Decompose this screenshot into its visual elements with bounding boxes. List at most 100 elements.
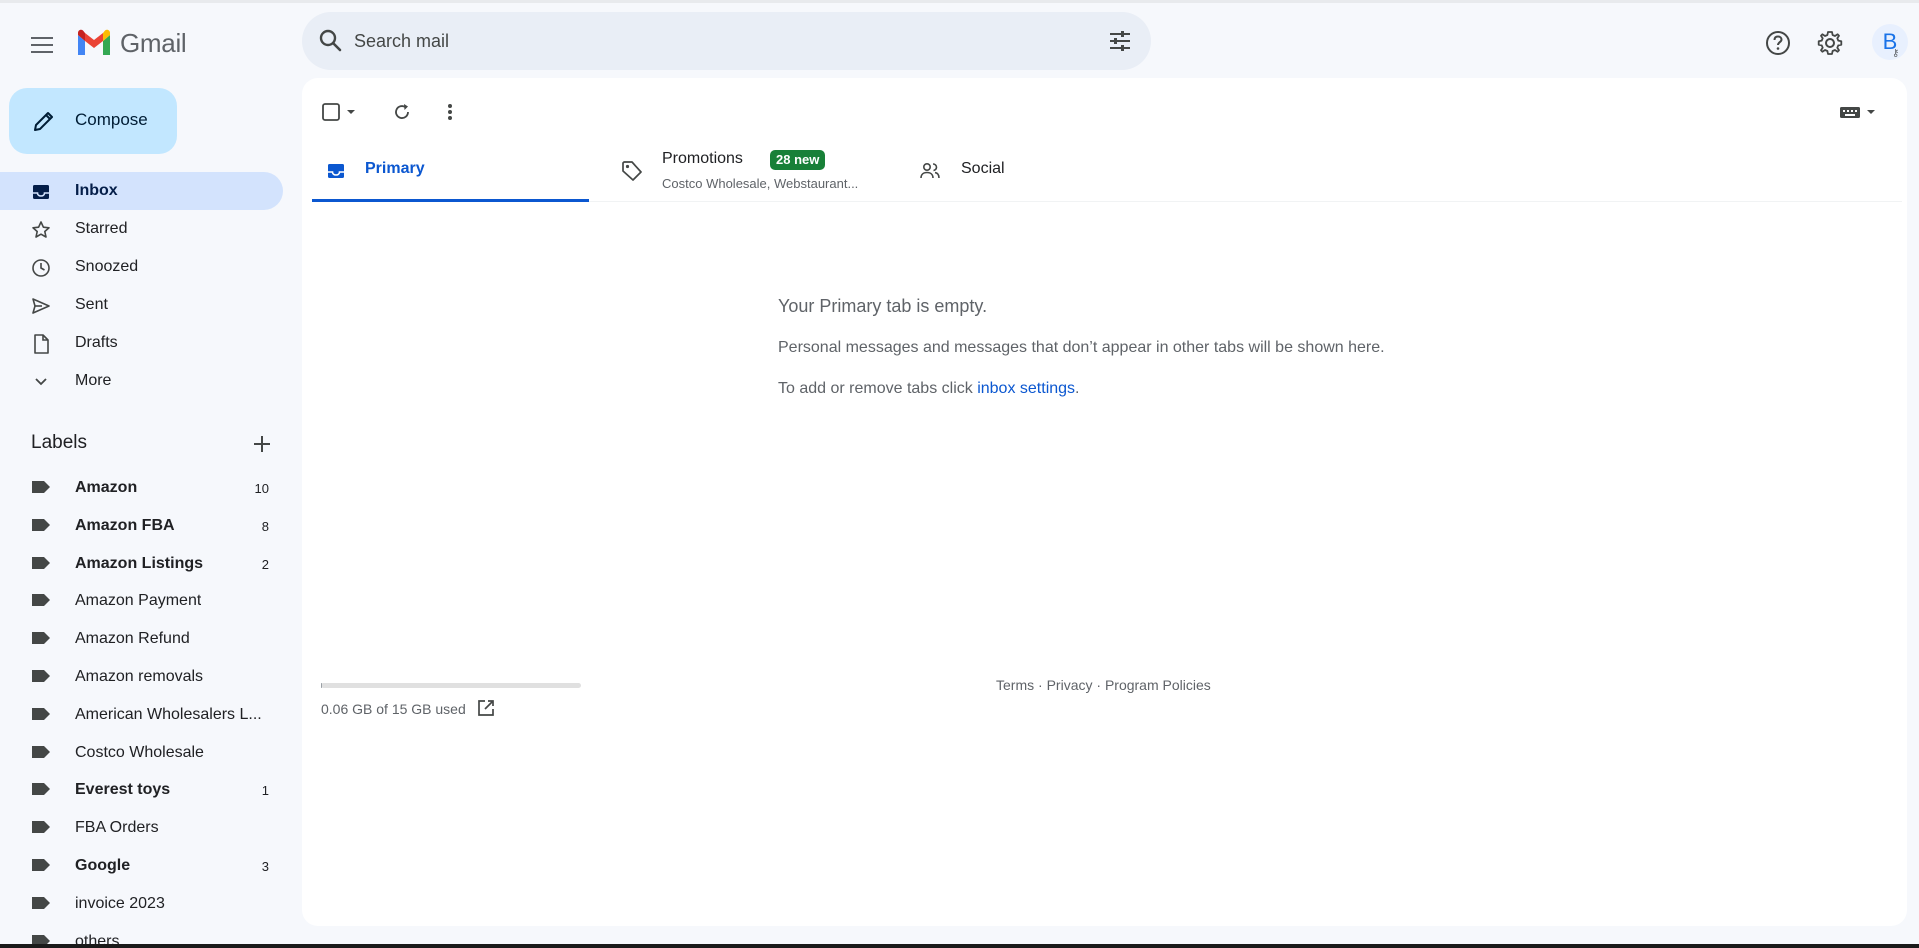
label-name: Everest toys (75, 781, 171, 799)
chevron-down-icon (30, 371, 52, 393)
sidebar-item-snoozed[interactable]: Snoozed (0, 248, 283, 286)
storage-meter (321, 683, 581, 688)
label-item[interactable]: Amazon 10 (0, 469, 283, 507)
storage-meter-fill (321, 683, 323, 688)
label-name: FBA Orders (75, 819, 159, 837)
tab-social[interactable] (912, 140, 1188, 202)
label-icon (32, 745, 50, 758)
label-unread-count: 8 (261, 518, 269, 534)
settings-button[interactable] (1814, 27, 1846, 59)
label-icon (32, 669, 50, 682)
label-icon (32, 783, 50, 796)
refresh-button[interactable] (386, 96, 418, 128)
open-in-new-icon (478, 700, 494, 716)
label-name: Costco Wholesale (75, 743, 204, 761)
send-icon (30, 295, 52, 317)
label-unread-count: 10 (254, 481, 269, 496)
checkbox-icon (322, 103, 340, 121)
label-name: Amazon Listings (75, 554, 204, 572)
sidebar-item-label: Drafts (75, 334, 118, 351)
label-name: American Wholesalers L... (75, 705, 262, 723)
search-options-icon[interactable] (1107, 28, 1133, 54)
label-name: Amazon (75, 479, 138, 496)
tab-primary[interactable]: Primary (312, 140, 589, 202)
sidebar-item-label: Starred (75, 220, 128, 237)
label-item[interactable]: FBA Orders (0, 809, 283, 847)
taskbar-edge (0, 944, 1919, 948)
labels-heading: Labels (31, 432, 87, 453)
label-item[interactable]: Everest toys 1 (0, 771, 283, 809)
label-item[interactable]: invoice 2023 (0, 885, 283, 923)
label-icon (32, 594, 50, 607)
label-name: Google (75, 856, 131, 874)
sidebar-item-label: Inbox (75, 182, 118, 199)
sidebar-item-starred[interactable]: Starred (0, 210, 283, 248)
sidebar-item-inbox[interactable]: Inbox (0, 172, 283, 210)
compose-button[interactable]: Compose (9, 88, 177, 154)
sidebar-item-sent[interactable]: Sent (0, 286, 283, 324)
label-item[interactable]: Amazon Listings 2 (0, 545, 283, 583)
plus-icon (254, 436, 270, 452)
sidebar-item-label: Snoozed (75, 258, 139, 275)
program-policies-link[interactable]: Program Policies (1105, 677, 1211, 693)
label-item[interactable]: Google 3 (0, 847, 283, 885)
footer-links: Terms · Privacy · Program Policies (996, 677, 1211, 693)
promotions-senders: Costco Wholesale, Webstaurant... (662, 176, 859, 191)
tab-primary-label: Primary (365, 160, 425, 177)
inbox-tabs: Primary Promotions 28 new Costco Wholesa… (312, 140, 1902, 202)
pencil-icon (34, 112, 53, 131)
privacy-link[interactable]: Privacy (1047, 677, 1093, 693)
manage-storage-link[interactable] (476, 698, 496, 718)
label-name: Amazon Refund (75, 630, 190, 648)
label-item[interactable]: American Wholesalers L... (0, 696, 283, 734)
input-tools-button[interactable] (1836, 98, 1880, 126)
keyboard-icon (1840, 107, 1860, 118)
tag-icon (622, 161, 642, 181)
label-item[interactable]: Amazon Refund (0, 620, 283, 658)
search-input[interactable] (354, 22, 1054, 60)
sidebar-item-label: Sent (75, 296, 108, 313)
label-icon (32, 481, 50, 493)
terms-link[interactable]: Terms (996, 677, 1034, 693)
sidebar-item-label: More (75, 372, 112, 389)
empty-state-title: Your Primary tab is empty. (778, 296, 988, 316)
create-label-button[interactable] (250, 432, 274, 456)
label-item[interactable]: Amazon removals (0, 658, 283, 696)
gmail-logo[interactable]: Gmail (76, 25, 187, 61)
caret-down-icon (347, 110, 355, 114)
label-icon (32, 632, 50, 645)
label-item[interactable]: Amazon FBA 8 (0, 507, 283, 545)
gmail-m-icon (78, 29, 110, 55)
sidebar-nav: Inbox Starred Snoozed Sent Drafts More (0, 172, 283, 400)
empty-state-text: Personal messages and messages that don’… (778, 339, 1385, 356)
star-icon (30, 219, 52, 241)
header: Gmail B ⚷ (0, 3, 1919, 77)
label-name: Amazon removals (75, 667, 204, 685)
settings-hint-prefix: To add or remove tabs click (778, 380, 978, 397)
label-unread-count: 1 (261, 783, 269, 799)
label-icon (32, 896, 50, 909)
compose-label: Compose (75, 110, 148, 129)
label-item[interactable]: Costco Wholesale (0, 734, 283, 772)
support-button[interactable] (1762, 27, 1794, 59)
storage-usage-text: 0.06 GB of 15 GB used (321, 701, 466, 717)
tab-promotions[interactable] (612, 140, 888, 202)
caret-down-icon (1867, 110, 1875, 114)
sidebar-item-drafts[interactable]: Drafts (0, 324, 283, 362)
tab-social-label: Social (961, 160, 1005, 177)
main-menu-button[interactable] (22, 25, 62, 65)
refresh-icon (395, 104, 409, 119)
label-name: invoice 2023 (75, 894, 165, 912)
gear-icon (1817, 31, 1843, 55)
select-all-button[interactable] (316, 96, 362, 128)
sidebar-item-more[interactable]: More (0, 362, 283, 400)
label-list: Amazon 10 Amazon FBA 8 Amazon Listings 2 Amazo… (0, 469, 283, 948)
inbox-icon (30, 181, 52, 203)
inbox-icon (328, 164, 344, 178)
inbox-settings-link[interactable]: inbox settings (977, 380, 1075, 397)
search-bar[interactable] (302, 12, 1151, 70)
search-icon[interactable] (316, 26, 346, 56)
label-item[interactable]: Amazon Payment (0, 582, 283, 620)
label-icon (32, 858, 50, 871)
more-actions-button[interactable] (434, 96, 466, 128)
